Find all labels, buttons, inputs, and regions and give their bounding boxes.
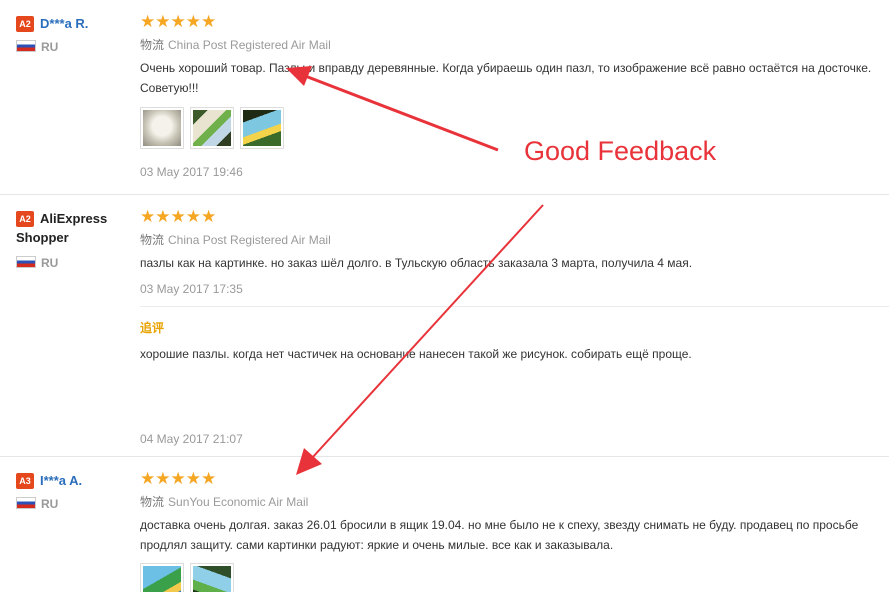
buyer-info: A2 D***a R. RU	[16, 14, 136, 54]
country-code: RU	[41, 497, 59, 511]
logistics-method: SunYou Economic Air Mail	[168, 495, 309, 509]
review-photos	[140, 563, 234, 592]
review-item: A2 AliExpress Shopper RU ★★★★★ 物流 China Po…	[0, 195, 889, 457]
logistics-info: 物流 China Post Registered Air Mail	[140, 37, 889, 53]
review-text: пазлы как на картинке. но заказ шёл долг…	[140, 256, 693, 270]
followup-text: хорошие пазлы. когда нет частичек на осн…	[140, 347, 692, 361]
russia-flag-icon	[16, 497, 36, 509]
russia-flag-icon	[16, 256, 36, 268]
review-photo-thumbnail[interactable]	[240, 107, 284, 149]
star-rating: ★★★★★	[140, 469, 217, 489]
buyer-name-link[interactable]: D***a R.	[40, 16, 88, 31]
buyer-country: RU	[16, 497, 136, 511]
logistics-label: 物流	[140, 495, 165, 509]
buyer-level-badge: A2	[16, 210, 34, 227]
review-item: A3 I***a A. RU ★★★★★ 物流 SunYou Economic Ai…	[0, 457, 889, 592]
review-text: Очень хороший товар. Пазлы и вправду дер…	[140, 61, 872, 95]
review-content: ★★★★★ 物流 China Post Registered Air Mail О…	[140, 12, 889, 179]
country-code: RU	[41, 256, 59, 270]
review-date: 03 May 2017 17:35	[140, 282, 243, 296]
logistics-method: China Post Registered Air Mail	[168, 38, 331, 52]
review-text: доставка очень долгая. заказ 26.01 броси…	[140, 518, 859, 552]
buyer-info: A2 AliExpress Shopper RU	[16, 209, 136, 270]
review-content: ★★★★★ 物流 China Post Registered Air Mail п…	[140, 207, 889, 296]
logistics-method: China Post Registered Air Mail	[168, 233, 331, 247]
country-code: RU	[41, 40, 59, 54]
annotation-label: Good Feedback	[524, 136, 717, 166]
buyer-level-badge: A3	[16, 472, 34, 489]
buyer-country: RU	[16, 40, 136, 54]
logistics-label: 物流	[140, 233, 165, 247]
buyer-country: RU	[16, 256, 136, 270]
followup-label: 追评	[140, 321, 165, 335]
review-photo-thumbnail[interactable]	[190, 107, 234, 149]
followup-review: 追评 хорошие пазлы. когда нет частичек на …	[140, 306, 889, 457]
review-item: A2 D***a R. RU ★★★★★ 物流 China Post Registe…	[0, 0, 889, 195]
review-photos	[140, 107, 284, 149]
review-date: 03 May 2017 19:46	[140, 165, 243, 179]
logistics-info: 物流 China Post Registered Air Mail	[140, 232, 889, 248]
review-content: ★★★★★ 物流 SunYou Economic Air Mail доставк…	[140, 469, 889, 592]
star-rating: ★★★★★	[140, 12, 217, 32]
buyer-level-badge: A2	[16, 15, 34, 32]
review-photo-thumbnail[interactable]	[140, 563, 184, 592]
russia-flag-icon	[16, 40, 36, 52]
followup-date: 04 May 2017 21:07	[140, 432, 243, 446]
star-rating: ★★★★★	[140, 207, 217, 227]
review-photo-thumbnail[interactable]	[190, 563, 234, 592]
buyer-name-link[interactable]: I***a A.	[40, 473, 82, 488]
logistics-info: 物流 SunYou Economic Air Mail	[140, 494, 889, 510]
buyer-info: A3 I***a A. RU	[16, 471, 136, 511]
logistics-label: 物流	[140, 38, 165, 52]
review-photo-thumbnail[interactable]	[140, 107, 184, 149]
